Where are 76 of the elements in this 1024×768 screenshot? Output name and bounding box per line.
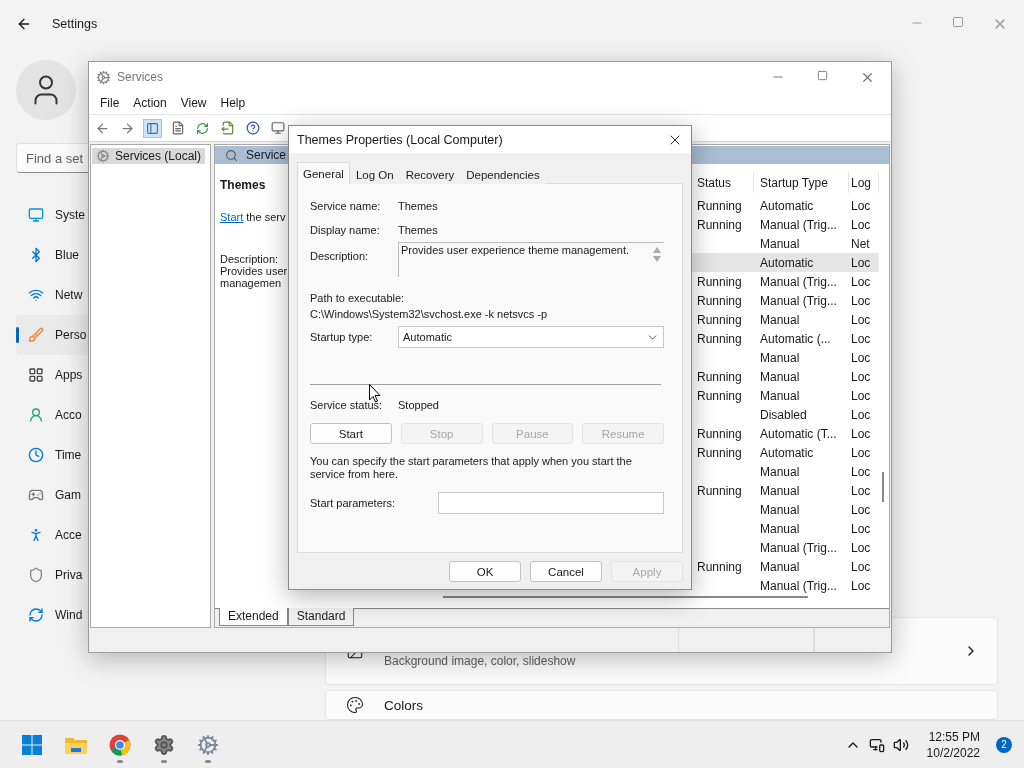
table-cell-text: Manual (Trig... [759, 274, 838, 289]
table-cell-text: Loc [850, 293, 872, 308]
table-cell-text: Manual (Trig... [759, 578, 838, 593]
table-cell-text: Automatic [759, 198, 815, 213]
table-cell-text: Loc [850, 350, 872, 365]
card-subtitle: Background image, color, slideshow [384, 654, 577, 668]
field-label: Path to executable: [310, 292, 405, 304]
service-name: Themes [220, 178, 267, 192]
table-cell-text: Loc [850, 198, 872, 213]
table-cell-text: Running [696, 312, 743, 327]
table-cell-text: Loc [850, 464, 872, 479]
table-cell-text: Manual [759, 388, 801, 403]
table-cell-text: Automatic (T... [759, 426, 838, 441]
table-cell-text: Loc [850, 521, 872, 536]
field-label: Description: [310, 249, 370, 262]
table-cell-text: Loc [850, 388, 872, 403]
card-title: Colors [384, 697, 424, 713]
table-cell-text: Running [696, 198, 743, 213]
table-cell-text: Manual [759, 559, 801, 574]
field-value: Stopped [398, 399, 439, 411]
table-cell-text: Manual (Trig... [759, 293, 838, 308]
dialog-title: Themes Properties (Local Computer) [297, 132, 503, 147]
table-cell-text: Manual [759, 312, 801, 327]
table-cell-text: Running [696, 388, 743, 403]
field-label: Startup type: [310, 331, 374, 343]
start-service-text: Start the serv [220, 211, 287, 223]
table-cell-text: Loc [850, 312, 872, 327]
table-cell-text: Manual [759, 502, 801, 517]
table-cell-text: Loc [850, 540, 872, 555]
app-title: Settings [52, 17, 98, 31]
field-value: Themes [398, 224, 438, 236]
table-cell-text: Loc [850, 445, 872, 460]
table-cell-text: Loc [850, 331, 872, 346]
table-cell-text: Loc [850, 578, 872, 593]
table-cell-text: Manual [759, 483, 801, 498]
table-cell-text: Loc [850, 407, 872, 422]
table-cell-text: Loc [850, 559, 872, 574]
table-cell-text: Loc [850, 369, 872, 384]
table-cell-text: Loc [850, 426, 872, 441]
table-cell-text: Running [696, 559, 743, 574]
table-cell-text: Loc [850, 502, 872, 517]
table-cell-text: Running [696, 217, 743, 232]
description-text: Provides user managemen [220, 265, 288, 289]
table-cell-text: Loc [850, 255, 872, 270]
field-label: Service name: [310, 200, 382, 212]
params-note: You can specify the start parameters that apply when you start the service from here. [310, 455, 633, 481]
table-cell-text: Automatic (... [759, 331, 832, 346]
path-text: C:\Windows\System32\svchost.exe -k netsvcs -p [310, 308, 548, 320]
table-cell-text: Manual (Trig... [759, 217, 838, 232]
table-cell-text: Running [696, 445, 743, 460]
table-cell-text: Running [696, 293, 743, 308]
table-cell-text: Running [696, 426, 743, 441]
table-cell-text: Manual [759, 236, 801, 251]
table-cell-text: Running [696, 274, 743, 289]
table-cell-text: Running [696, 483, 743, 498]
window-title: Services [117, 70, 163, 84]
table-cell-text: Automatic [759, 255, 815, 270]
table-cell-text: Manual [759, 369, 801, 384]
field-label: Start parameters: [310, 497, 396, 509]
table-cell-text: Manual [759, 521, 801, 536]
table-cell-text: Net [850, 236, 871, 251]
field-value: Themes [398, 200, 438, 212]
table-cell-text: Automatic [759, 445, 815, 460]
table-cell-text: Loc [850, 274, 872, 289]
description-label: Description: [220, 253, 280, 265]
pane-title: Service [246, 148, 286, 162]
table-cell-text: Loc [850, 217, 872, 232]
table-cell-text: Manual [759, 350, 801, 365]
table-cell-text: Running [696, 331, 743, 346]
field-label: Display name: [310, 224, 381, 236]
field-label: Service status: [310, 399, 384, 411]
table-cell-text: Disabled [759, 407, 808, 422]
table-cell-text: Running [696, 369, 743, 384]
table-cell-text: Manual (Trig... [759, 540, 838, 555]
table-cell-text: Loc [850, 483, 872, 498]
table-cell-text: Manual [759, 464, 801, 479]
